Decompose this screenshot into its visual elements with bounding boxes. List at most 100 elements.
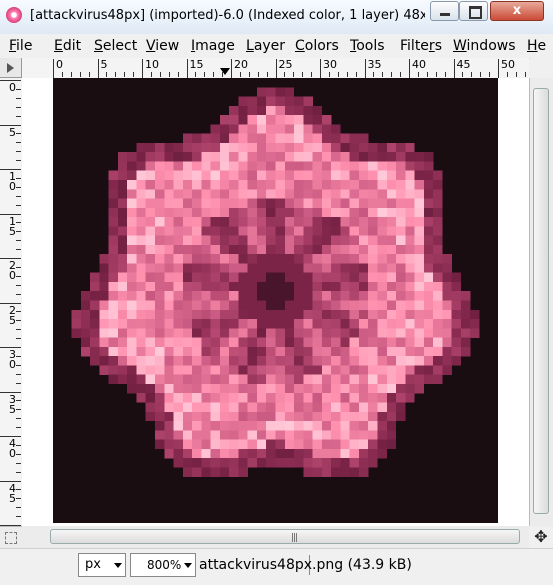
image-pixel — [284, 365, 295, 375]
ruler-tick — [16, 338, 21, 340]
close-button[interactable]: x — [490, 1, 544, 21]
image-pixel — [173, 448, 183, 459]
image-pixel — [173, 291, 183, 301]
image-pixel — [229, 244, 239, 255]
image-pixel — [127, 383, 137, 394]
image-pixel — [303, 402, 313, 412]
image-pixel — [127, 328, 137, 338]
ruler-tick — [16, 507, 21, 509]
horizontal-scrollbar[interactable]: ||| — [22, 526, 529, 548]
image-pixel — [405, 170, 415, 181]
image-pixel — [136, 291, 146, 301]
horizontal-scroll-thumb[interactable]: ||| — [50, 529, 520, 544]
image-pixel — [377, 170, 387, 181]
image-pixel — [312, 356, 323, 366]
image-pixel — [247, 161, 258, 171]
image-pixel — [386, 365, 397, 375]
maximize-button[interactable] — [459, 1, 488, 21]
vertical-scroll-thumb[interactable] — [533, 88, 549, 514]
image-pixel — [192, 179, 202, 190]
image-pixel — [321, 467, 332, 477]
image-pixel — [377, 374, 387, 385]
image-pixel — [396, 161, 406, 171]
image-pixel — [127, 309, 137, 320]
image-pixel — [192, 346, 202, 357]
image-pixel — [136, 244, 146, 255]
image-pixel — [238, 235, 248, 246]
image-pixel — [154, 198, 165, 208]
image-pixel — [331, 467, 341, 477]
image-pixel — [321, 170, 332, 181]
menu-help[interactable]: He — [527, 38, 546, 54]
image-pixel — [117, 281, 128, 292]
image-pixel — [275, 393, 285, 403]
image-pixel — [173, 374, 183, 385]
image-pixel — [201, 254, 211, 264]
image-pixel — [256, 393, 267, 403]
ruler-corner-menu-button[interactable] — [0, 58, 22, 78]
menu-layer[interactable]: Layer — [246, 38, 285, 54]
menu-image[interactable]: Image — [191, 38, 235, 54]
menu-windows[interactable]: Windows — [453, 38, 516, 54]
image-pixel — [284, 161, 295, 171]
image-pixel — [117, 309, 128, 320]
image-pixel — [284, 244, 295, 255]
vertical-ruler[interactable]: 0 5 10 15 20 25 30 35 40 45 — [0, 78, 23, 526]
image-pixel — [173, 142, 183, 153]
image-pixel — [219, 374, 230, 385]
menu-view[interactable]: View — [146, 38, 179, 54]
image-pixel — [294, 439, 304, 450]
image-pixel — [312, 467, 323, 477]
image-pixel — [173, 393, 183, 403]
image-pixel — [275, 207, 285, 218]
image-pixel — [201, 374, 211, 385]
menu-tools[interactable]: Tools — [350, 38, 385, 54]
image-canvas[interactable] — [53, 78, 498, 523]
image-pixel — [247, 411, 258, 422]
image-pixel — [321, 365, 332, 375]
image-pixel — [201, 272, 211, 283]
image-pixel — [433, 356, 443, 366]
menu-select[interactable]: Select — [94, 38, 137, 54]
vertical-scrollbar[interactable] — [529, 78, 553, 526]
move-arrows-icon[interactable]: ✥ — [529, 526, 553, 548]
menu-filters[interactable]: Filters — [400, 38, 442, 54]
image-pixel — [108, 272, 119, 283]
image-pixel — [294, 356, 304, 366]
ruler-tick — [16, 115, 21, 117]
minimize-button[interactable] — [430, 1, 459, 21]
menu-colors[interactable]: Colors — [295, 38, 339, 54]
image-pixel — [321, 448, 332, 459]
image-pixel — [396, 198, 406, 208]
title-bar[interactable]: [attackvirus48px] (imported)-6.0 (Indexe… — [0, 0, 553, 35]
image-pixel — [154, 309, 165, 320]
unit-selector[interactable]: px — [78, 553, 126, 577]
image-pixel — [219, 411, 230, 422]
zoom-image-toggle[interactable] — [530, 58, 553, 78]
image-pixel — [173, 198, 183, 208]
image-pixel — [423, 365, 434, 375]
canvas-viewport[interactable] — [22, 78, 529, 526]
image-pixel — [433, 263, 443, 273]
image-pixel — [386, 207, 397, 218]
image-pixel — [256, 152, 267, 162]
menu-file[interactable]: File — [9, 38, 32, 54]
ruler-tick — [391, 72, 393, 77]
image-pixel — [312, 226, 323, 236]
image-pixel — [210, 272, 221, 283]
gimp-image-icon[interactable] — [6, 7, 22, 23]
zoom-selector[interactable]: 800% — [130, 553, 310, 577]
image-pixel — [396, 374, 406, 385]
horizontal-ruler[interactable]: 0 5 10 15 20 25 30 35 40 45 50 — [22, 58, 529, 79]
image-pixel — [238, 207, 248, 218]
image-pixel — [358, 328, 369, 338]
image-pixel — [90, 291, 100, 301]
image-pixel — [340, 309, 350, 320]
menu-edit[interactable]: Edit — [54, 38, 81, 54]
image-pixel — [312, 319, 323, 329]
quick-mask-toggle[interactable] — [0, 526, 22, 548]
image-pixel — [433, 365, 443, 375]
image-pixel — [136, 337, 146, 348]
image-pixel — [433, 198, 443, 208]
image-pixel — [145, 235, 156, 246]
